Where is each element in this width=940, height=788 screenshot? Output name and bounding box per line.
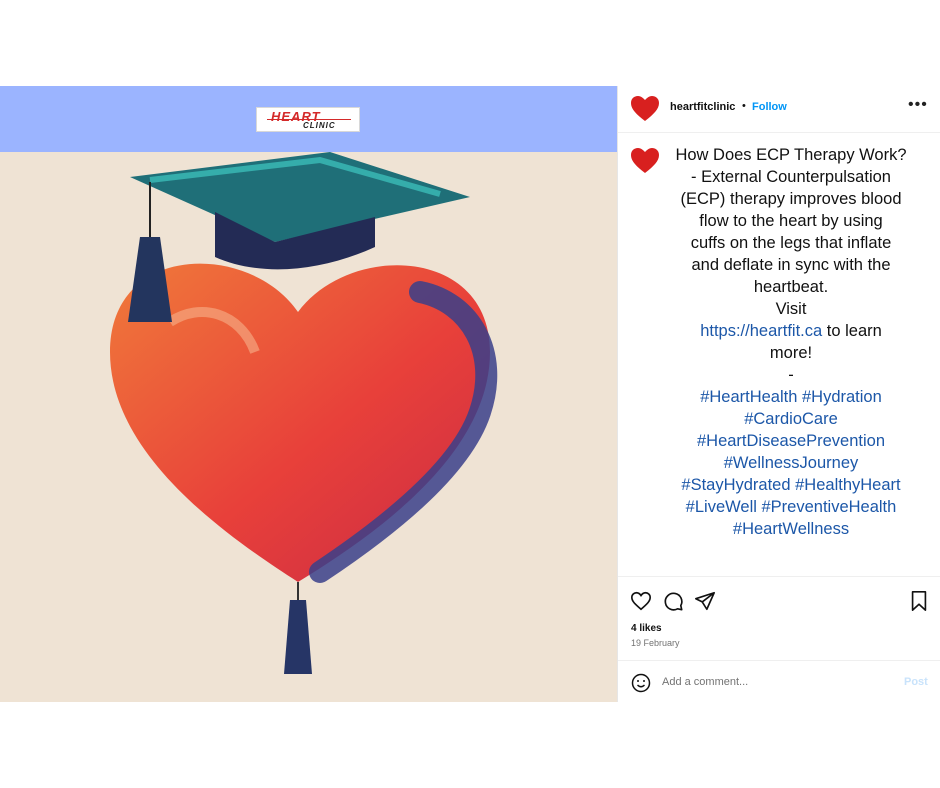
share-icon[interactable]	[694, 590, 716, 612]
logo-clinic-text: CLINIC	[303, 121, 336, 130]
post-side-panel: heartfitclinic • Follow ••• How Does ECP…	[617, 86, 940, 702]
follow-button[interactable]: Follow	[752, 101, 787, 113]
likes-count[interactable]: 4 likes	[631, 623, 662, 634]
caption-line: -	[788, 366, 794, 384]
bookmark-icon[interactable]	[908, 590, 930, 612]
brand-banner: HEART CLINIC	[0, 86, 617, 152]
hashtag-line[interactable]: #CardioCare	[668, 408, 914, 430]
caption-line: cuffs on the legs that inflate	[690, 234, 892, 252]
username[interactable]: heartfitclinic	[670, 101, 735, 113]
caption-line: (ECP) therapy improves blood	[680, 190, 902, 208]
emoji-icon[interactable]	[631, 673, 651, 693]
website-link[interactable]: https://heartfit.ca	[700, 322, 822, 340]
heart-graduation-illustration	[0, 152, 617, 702]
like-heart-icon[interactable]	[630, 590, 652, 612]
hashtag-line[interactable]: #LiveWell #PreventiveHealth	[668, 496, 914, 518]
avatar-heart-icon[interactable]	[630, 94, 660, 124]
post-header: heartfitclinic • Follow •••	[618, 86, 940, 133]
comment-bar: Add a comment... Post	[618, 660, 940, 703]
hashtag-line[interactable]: #StayHydrated #HealthyHeart	[668, 474, 914, 496]
logo-pulse-line	[267, 119, 351, 120]
action-bar	[618, 576, 940, 621]
hashtag-line[interactable]: #WellnessJourney	[668, 452, 914, 474]
comment-input[interactable]: Add a comment...	[662, 676, 748, 688]
post-comment-button[interactable]: Post	[904, 676, 928, 688]
caption-line: Visit	[775, 300, 807, 318]
post-date: 19 February	[631, 638, 680, 648]
clinic-logo: HEART CLINIC	[256, 107, 360, 132]
comment-icon[interactable]	[662, 590, 684, 612]
hashtag-line[interactable]: #HeartWellness	[668, 518, 914, 540]
caption-avatar-heart-icon[interactable]	[630, 146, 660, 176]
caption-line: heartbeat.	[753, 278, 829, 296]
caption-line: and deflate in sync with the	[691, 256, 891, 274]
caption-line: flow to the heart by using	[699, 212, 883, 230]
hashtag-line[interactable]: #HeartDiseasePrevention	[668, 430, 914, 452]
hashtag-line[interactable]: #HeartHealth #Hydration	[668, 386, 914, 408]
caption-link-suffix: to learn	[822, 322, 882, 340]
separator-dot: •	[742, 100, 746, 112]
caption-line: How Does ECP Therapy Work?	[675, 146, 907, 164]
more-options-icon[interactable]: •••	[908, 96, 928, 114]
post-image[interactable]: HEART CLINIC	[0, 86, 617, 702]
caption-line: - External Counterpulsation	[691, 168, 891, 186]
post-caption: How Does ECP Therapy Work? - External Co…	[668, 144, 914, 540]
caption-line: more!	[769, 344, 813, 362]
instagram-post: HEART CLINIC heartfitclinic • Follow •••…	[0, 86, 940, 702]
caption-link-line: https://heartfit.ca to learn	[668, 320, 914, 342]
